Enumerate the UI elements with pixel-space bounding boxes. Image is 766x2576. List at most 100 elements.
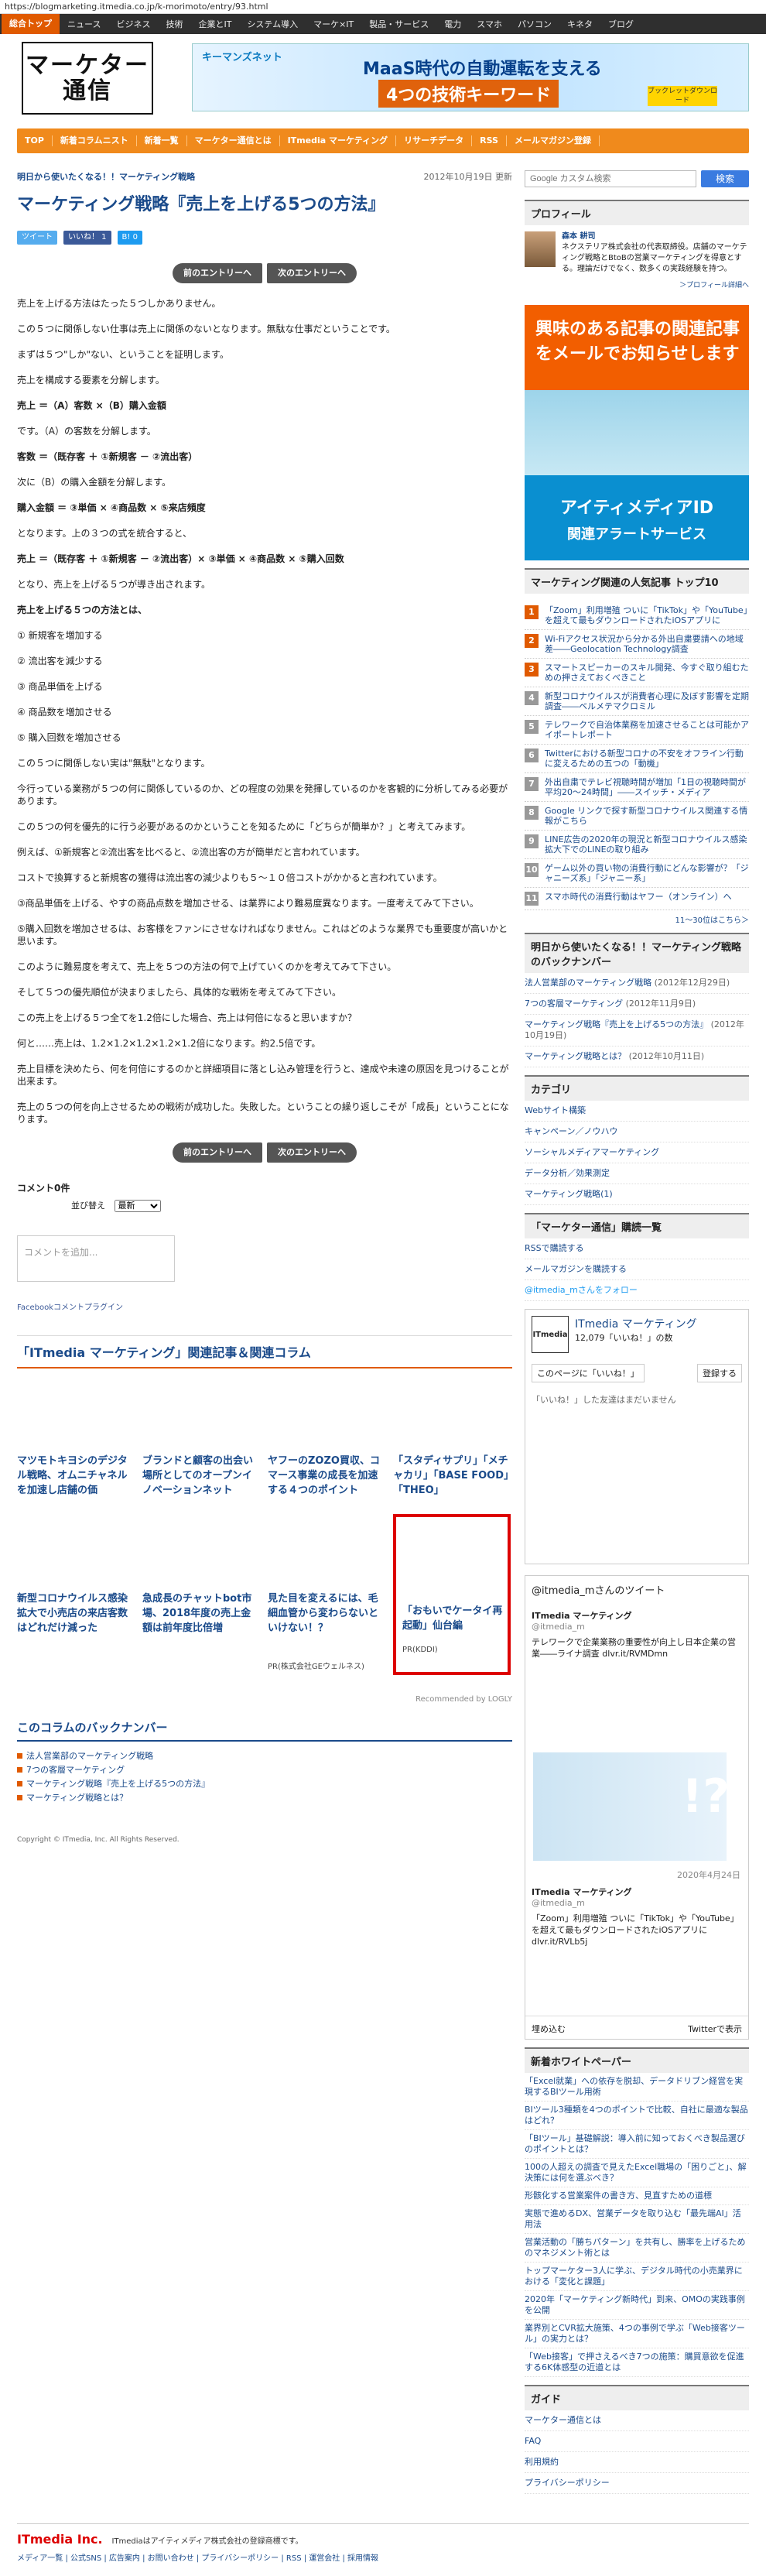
ranking-item[interactable]: 11 スマホ時代の消費行動はヤフー（オンライン）へ <box>525 888 749 910</box>
search-button[interactable]: 検索 <box>701 170 749 187</box>
ranking-title[interactable]: ゲーム以外の買い物の消費行動にどんな影響が？「ジャニーズ系」「ジャニー系」 <box>545 863 749 883</box>
category-item[interactable]: データ分析／効果測定 <box>525 1163 749 1184</box>
tw-author[interactable]: ITmedia マーケティング <box>532 1886 740 1898</box>
global-nav-item[interactable]: 企業とIT <box>190 18 239 30</box>
tweet-button[interactable]: ツイート <box>17 231 57 245</box>
facebook-plugin-link[interactable]: Facebookコメントプラグイン <box>17 1300 512 1312</box>
ranking-item[interactable]: 6 Twitterにおける新型コロナの不安をオフライン行動に変えるための五つの「動… <box>525 745 749 773</box>
series-title[interactable]: 法人営業部のマーケティング戦略 <box>525 978 651 988</box>
ranking-item[interactable]: 9 LINE広告の2020年の現況と新型コロナウイルス感染拡大下でのLINEの取り… <box>525 831 749 859</box>
fb-page-name[interactable]: ITmedia マーケティング <box>575 1316 697 1331</box>
related-card[interactable]: 「スタディサプリ」「メチャカリ」「BASE FOOD」「THEO」 <box>393 1454 511 1516</box>
site-logo[interactable]: マーケター通信 <box>22 42 153 115</box>
fb-register-button[interactable]: 登録する <box>697 1364 742 1382</box>
category-item[interactable]: キャンペーン／ノウハウ <box>525 1122 749 1142</box>
global-nav-item[interactable]: 製品・サービス <box>361 18 436 30</box>
next-entry-button[interactable]: 次のエントリーへ <box>267 263 357 283</box>
ranking-title[interactable]: LINE広告の2020年の現況と新型コロナウイルス感染拡大下でのLINEの取り組… <box>545 834 749 855</box>
search-input[interactable] <box>525 170 696 187</box>
ranking-title[interactable]: スマホ時代の消費行動はヤフー（オンライン）へ <box>545 892 732 906</box>
global-nav-item[interactable]: システム導入 <box>239 18 306 30</box>
category-item[interactable]: マーケティング戦略(1) <box>525 1184 749 1205</box>
guide-item[interactable]: FAQ <box>525 2431 749 2452</box>
series-title[interactable]: マーケティング戦略『売上を上げる5つの方法』 <box>525 1019 708 1029</box>
global-nav-item[interactable]: ブログ <box>600 18 641 30</box>
ranking-item[interactable]: 5 テレワークで自治体業務を加速させることは可能かアイポートレポート <box>525 716 749 745</box>
profile-more-link[interactable]: ＞プロフィール詳細へ <box>525 279 749 289</box>
profile-name[interactable]: 森本 耕司 <box>562 232 595 241</box>
series-item[interactable]: 7つの客層マーケティング (2012年11月9日) <box>525 994 749 1015</box>
whitepaper-item[interactable]: 2020年「マーケティング新時代」到来、OMOの実践事例を公開 <box>525 2291 749 2320</box>
alert-service-banner[interactable]: 興味のある記事の関連記事をメールでお知らせします アイティメディアID 関連アラ… <box>525 305 749 560</box>
ranking-title[interactable]: Google リンクで探す新型コロナウイルス関連する情報がこちら <box>545 806 749 826</box>
ranking-item[interactable]: 10 ゲーム以外の買い物の消費行動にどんな影響が？「ジャニーズ系」「ジャニー系」 <box>525 859 749 888</box>
whitepaper-item[interactable]: 「BIツール」基礎解説：導入前に知っておくべき製品選びのポイントとは？ <box>525 2130 749 2159</box>
sort-select[interactable]: 最新 <box>114 1200 161 1212</box>
tw-author[interactable]: ITmedia マーケティング <box>532 1609 742 1622</box>
guide-item[interactable]: マーケター通信とは <box>525 2410 749 2431</box>
rss-link[interactable]: RSSで購読する <box>525 1238 749 1259</box>
series-item[interactable]: 法人営業部のマーケティング戦略 (2012年12月29日) <box>525 973 749 994</box>
global-nav-item[interactable]: ビジネス <box>108 18 158 30</box>
ranking-title[interactable]: Wi-Fiアクセス状況から分かる外出自粛要請への地域差――Geolocation… <box>545 634 749 654</box>
tw-handle[interactable]: @itmedia_m <box>532 1622 742 1632</box>
ranking-item[interactable]: 2 Wi-Fiアクセス状況から分かる外出自粛要請への地域差――Geolocatio… <box>525 630 749 659</box>
sub-nav-item[interactable]: TOP <box>17 135 53 146</box>
series-item[interactable]: マーケティング戦略『売上を上げる5つの方法』 (2012年10月19日) <box>525 1015 749 1046</box>
related-card[interactable]: 新型コロナウイルス感染拡大で小売店の来店客数はどれだけ減った <box>17 1591 135 1656</box>
global-nav-item[interactable]: パソコン <box>510 18 559 30</box>
tw-handle[interactable]: @itmedia_m <box>532 1898 740 1908</box>
series-link[interactable]: 明日から使いたくなる！！マーケティング戦略 <box>17 170 195 183</box>
ranking-item[interactable]: 8 Google リンクで探す新型コロナウイルス関連する情報がこちら <box>525 802 749 831</box>
backnumber-item[interactable]: マーケティング戦略『売上を上げる5つの方法』 <box>17 1777 512 1791</box>
hatena-bookmark-button[interactable]: B! 0 <box>117 231 142 245</box>
ranking-item[interactable]: 7 外出自粛でテレビ視聴時間が増加「1日の視聴時間が平均20～24時間」――スイッ… <box>525 773 749 802</box>
sub-nav-item[interactable]: ITmedia マーケティング <box>280 135 397 146</box>
guide-item[interactable]: 利用規約 <box>525 2452 749 2473</box>
global-nav-item[interactable]: マーケ×IT <box>306 18 361 30</box>
ranking-more-link[interactable]: 11～30位はこちら＞ <box>525 913 749 925</box>
series-title[interactable]: 7つの客層マーケティング <box>525 999 623 1009</box>
ranking-title[interactable]: スマートスピーカーのスキル開発、今すぐ取り組むための押さえておくべきこと <box>545 663 749 683</box>
prev-entry-button[interactable]: 前のエントリーへ <box>173 1142 262 1163</box>
whitepaper-item[interactable]: トップマーケター3人に学ぶ、デジタル時代の小売業界における「変化と課題」 <box>525 2263 749 2291</box>
whitepaper-item[interactable]: 実態で進めるDX、営業データを取り込む「最先端AI」活用法 <box>525 2205 749 2234</box>
related-card[interactable]: 急成長のチャットbot市場、2018年度の売上金額は前年度比倍増 <box>142 1591 260 1656</box>
related-card[interactable]: マツモトキヨシのデジタル戦略、オムニチャネルを加速し店舗の価 <box>17 1454 135 1516</box>
whitepaper-item[interactable]: BIツール3種類を4つのポイントで比較、自社に最適な製品はどれ？ <box>525 2102 749 2130</box>
category-item[interactable]: ソーシャルメディアマーケティング <box>525 1142 749 1163</box>
sub-nav-item[interactable]: 新着一覧 <box>137 135 187 146</box>
twitter-follow-button[interactable]: @itmedia_mさんをフォロー <box>525 1280 749 1301</box>
fb-like-button[interactable]: このページに「いいね！」 <box>532 1364 645 1382</box>
global-nav-item[interactable]: 総合トップ <box>2 14 60 34</box>
related-card[interactable]: ブランドと顧客の出会い場所としてのオープンイノベーションネット <box>142 1454 260 1516</box>
whitepaper-item[interactable]: 業界別とCVR拡大施策、4つの事例で学ぶ「Web接客ツール」の実力とは？ <box>525 2320 749 2348</box>
ranking-title[interactable]: 「Zoom」利用増殖 ついに「TikTok」や「YouTube」を超えて最もダウ… <box>545 605 749 625</box>
backnumber-item[interactable]: マーケティング戦略とは？ <box>17 1791 512 1805</box>
whitepaper-item[interactable]: 形骸化する営業案件の書き方、見直すための道標 <box>525 2187 749 2205</box>
ranking-title[interactable]: Twitterにおける新型コロナの不安をオフライン行動に変えるための五つの「動機… <box>545 748 749 769</box>
footer-logo[interactable]: ITmedia Inc. <box>17 2532 103 2547</box>
sub-nav-item[interactable]: マーケター通信とは <box>187 135 280 146</box>
ad-card[interactable]: 「おもいでケータイ再起動」仙台編 PR(KDDI) <box>393 1514 511 1675</box>
next-entry-button[interactable]: 次のエントリーへ <box>267 1142 357 1163</box>
footer-links[interactable]: メディア一覧 | 公式SNS | 広告案内 | お問い合わせ | プライバシーポ… <box>17 2551 749 2563</box>
whitepaper-item[interactable]: 「Excel就業」への依存を脱却、データドリブン経営を実現するBIツール用術 <box>525 2073 749 2102</box>
like-button[interactable]: いいね！ 1 <box>63 231 111 245</box>
sub-nav-item[interactable]: メールマガジン登録 <box>507 135 600 146</box>
category-item[interactable]: Webサイト構築 <box>525 1101 749 1122</box>
tw-embed-link[interactable]: 埋め込む <box>532 2023 566 2034</box>
whitepaper-item[interactable]: 営業活動の「勝ちパターン」を共有し、勝率を上げるためのマネジメント術とは <box>525 2234 749 2263</box>
prev-entry-button[interactable]: 前のエントリーへ <box>173 263 262 283</box>
global-nav-item[interactable]: キネタ <box>559 18 600 30</box>
ranking-title[interactable]: 新型コロナウイルスが消費者心理に及ぼす影響を定期調査――ベルメテマクロミル <box>545 691 749 711</box>
banner-download-button[interactable]: ブックレットダウンロード <box>648 86 717 106</box>
sub-nav-item[interactable]: 新着コラムニスト <box>53 135 137 146</box>
ranking-title[interactable]: 外出自粛でテレビ視聴時間が増加「1日の視聴時間が平均20～24時間」――スイッチ… <box>545 777 749 797</box>
series-title[interactable]: マーケティング戦略とは？ <box>525 1051 626 1061</box>
global-nav-item[interactable]: 電力 <box>436 18 469 30</box>
mail-link[interactable]: メールマガジンを購読する <box>525 1259 749 1280</box>
backnumber-item[interactable]: 法人営業部のマーケティング戦略 <box>17 1749 512 1763</box>
ranking-item[interactable]: 4 新型コロナウイルスが消費者心理に及ぼす影響を定期調査――ベルメテマクロミル <box>525 687 749 716</box>
ranking-item[interactable]: 1 「Zoom」利用増殖 ついに「TikTok」や「YouTube」を超えて最もダ… <box>525 601 749 630</box>
